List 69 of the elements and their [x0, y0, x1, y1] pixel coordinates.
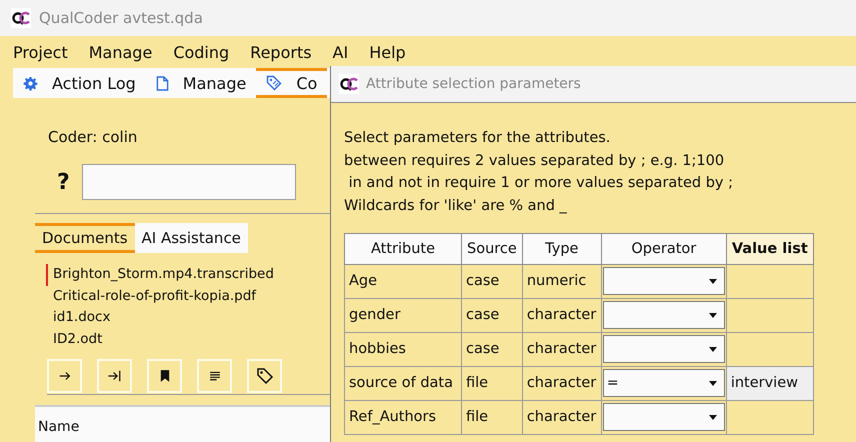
- document-item[interactable]: Critical-role-of-profit-kopia.pdf: [46, 286, 330, 307]
- menu-item[interactable]: Help: [369, 42, 406, 62]
- dropdown-arrow-icon: [708, 312, 717, 318]
- menu-item[interactable]: Project: [13, 42, 68, 62]
- table-cell: character: [522, 298, 602, 332]
- bookmark-icon: [160, 369, 170, 383]
- coder-label: Coder: colin: [48, 128, 138, 146]
- toolbar-tab[interactable]: Manage: [146, 68, 256, 98]
- column-header[interactable]: Attribute: [344, 233, 462, 264]
- toolbar-tab[interactable]: Co: [256, 68, 328, 98]
- dropdown-arrow-icon: [708, 380, 717, 386]
- tag-icon: [256, 367, 274, 385]
- column-header[interactable]: Source: [462, 233, 522, 264]
- operator-dropdown[interactable]: [602, 403, 725, 432]
- tag-icon: [266, 75, 282, 91]
- column-header[interactable]: Name: [38, 419, 80, 435]
- app-logo-icon: [339, 74, 359, 94]
- column-header[interactable]: Value list: [726, 233, 814, 264]
- table-cell: character: [522, 400, 602, 434]
- table-cell: file: [462, 400, 522, 434]
- arrow-to-bar-icon: [107, 369, 122, 383]
- table-cell: file: [462, 366, 522, 400]
- value-cell[interactable]: interview: [726, 366, 814, 400]
- column-header[interactable]: Operator: [601, 233, 726, 264]
- document-icon: [156, 76, 169, 90]
- operator-dropdown[interactable]: [602, 301, 725, 330]
- table-cell: numeric: [522, 264, 602, 298]
- table-cell: case: [462, 332, 522, 366]
- table-cell: source of data: [344, 366, 462, 400]
- menu-item[interactable]: Manage: [88, 42, 152, 62]
- app-logo-icon: [11, 8, 31, 28]
- table-cell: case: [462, 298, 522, 332]
- operator-dropdown[interactable]: =: [602, 369, 725, 398]
- column-header[interactable]: Type: [522, 233, 602, 264]
- document-item[interactable]: id1.docx: [46, 307, 330, 328]
- arrow-right-icon: [58, 369, 72, 383]
- window-title: QualCoder avtest.qda: [39, 9, 203, 27]
- gear-icon: [23, 76, 38, 90]
- table-cell: case: [462, 264, 522, 298]
- table-cell: Ref_Authors: [344, 400, 462, 434]
- instruction-text: Wildcards for 'like' are % and _: [344, 197, 568, 216]
- operator-dropdown[interactable]: [602, 335, 725, 364]
- menu-item[interactable]: Coding: [173, 42, 230, 62]
- instruction-text: Select parameters for the attributes.: [344, 129, 612, 148]
- instruction-text: in and not in require 1 or more values separated by ;: [348, 174, 734, 194]
- table-cell: hobbies: [344, 332, 462, 366]
- tool-button[interactable]: [247, 359, 282, 393]
- tool-button[interactable]: [97, 359, 132, 393]
- instruction-text: between requires 2 values separated by ; e.g. 1;100: [344, 152, 726, 171]
- tool-button[interactable]: [147, 359, 182, 393]
- help-mark: ?: [57, 170, 70, 194]
- dropdown-arrow-icon: [708, 346, 717, 352]
- operator-dropdown[interactable]: [602, 267, 725, 296]
- dropdown-arrow-icon: [708, 278, 717, 284]
- document-item[interactable]: ID2.odt: [46, 328, 330, 350]
- dropdown-arrow-icon: [708, 414, 717, 420]
- menu-item[interactable]: Reports: [250, 42, 312, 62]
- search-field[interactable]: [82, 164, 296, 200]
- menu-item[interactable]: AI: [332, 42, 348, 62]
- table-cell: Age: [344, 264, 462, 298]
- table-cell: gender: [344, 298, 462, 332]
- toolbar-tab[interactable]: Action Log: [13, 68, 146, 98]
- text-lines-icon: [208, 370, 222, 382]
- panel-tab[interactable]: AI Assistance: [134, 223, 248, 253]
- panel-tab[interactable]: Documents: [35, 223, 135, 253]
- tool-button[interactable]: [197, 359, 232, 393]
- table-cell: character: [522, 332, 602, 366]
- dialog-title: Attribute selection parameters: [366, 76, 581, 92]
- table-cell: character: [522, 366, 602, 400]
